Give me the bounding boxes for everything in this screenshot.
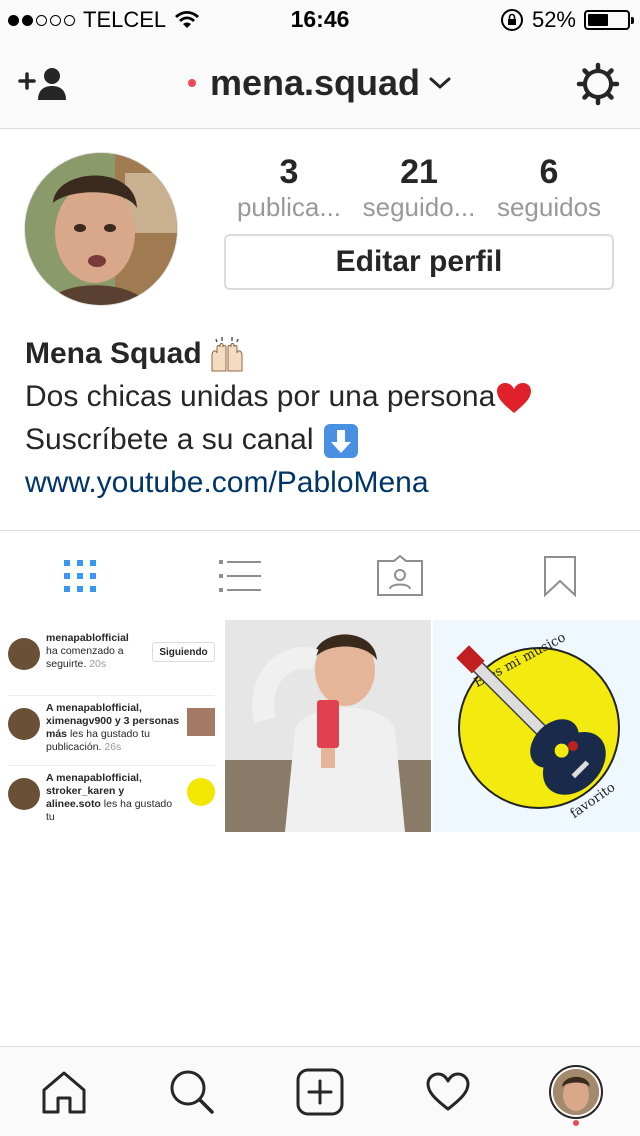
list-item: A menapablofficial, stroker_karen y alin… — [8, 766, 215, 832]
post-thumbnail-3[interactable]: Eres mi musico favorito — [433, 620, 640, 832]
tab-home[interactable] — [0, 1047, 128, 1136]
down-arrow-emoji-icon — [323, 424, 358, 459]
list-icon — [219, 559, 261, 592]
posts-label: publica... — [236, 192, 342, 222]
stat-followers[interactable]: 21 seguido... — [354, 152, 484, 222]
guitar-illustration: Eres mi musico favorito — [433, 620, 640, 832]
battery-percent: 52% — [531, 7, 576, 32]
tab-search[interactable] — [128, 1047, 256, 1136]
following-button: Siguiendo — [152, 642, 215, 662]
profile-stats: 3 publica... 21 seguido... 6 seguidos — [224, 152, 614, 222]
profile-avatar[interactable] — [24, 152, 178, 306]
bookmark-icon — [544, 555, 576, 597]
bio-line-2: Suscríbete a su canal — [25, 423, 314, 456]
followers-label: seguido... — [362, 192, 476, 222]
list-item: menapablofficial ha comenzado a seguirte… — [8, 626, 215, 696]
followers-count: 21 — [400, 153, 438, 191]
battery-icon — [584, 10, 634, 30]
heart-emoji-icon — [497, 383, 532, 414]
avatar — [8, 708, 40, 740]
bio-line-1: Dos chicas unidas por una persona — [25, 380, 496, 413]
nav-bar: mena.squad — [0, 40, 640, 129]
gear-icon[interactable] — [576, 62, 620, 106]
selfie-photo — [224, 620, 432, 832]
tab-profile[interactable] — [512, 1047, 640, 1136]
account-switcher[interactable]: mena.squad — [0, 62, 640, 104]
profile-tabs — [0, 530, 640, 620]
tab-saved[interactable] — [480, 531, 640, 620]
stat-following[interactable]: 6 seguidos — [484, 152, 614, 222]
avatar — [549, 1064, 603, 1119]
raised-hands-icon — [211, 336, 243, 371]
avatar — [8, 638, 40, 670]
thumbnail — [186, 708, 215, 736]
add-post-icon — [296, 1068, 344, 1115]
grid-icon — [64, 559, 96, 592]
posts-count: 3 — [279, 153, 299, 191]
avatar-photo — [553, 1068, 599, 1115]
tab-list[interactable] — [160, 531, 320, 620]
tab-tagged[interactable] — [320, 531, 480, 620]
status-bar: TELCEL 16:46 52% — [0, 0, 640, 40]
chevron-down-icon — [429, 77, 451, 89]
profile-name: Mena Squad — [25, 337, 202, 370]
rotation-lock-icon — [500, 9, 523, 31]
tab-grid[interactable] — [0, 531, 160, 620]
tab-activity[interactable] — [384, 1047, 512, 1136]
avatar-photo — [25, 153, 177, 305]
heart-icon — [426, 1072, 470, 1110]
list-item: A menapablofficial, ximenagv900 y 3 pers… — [8, 696, 215, 766]
post-thumbnail-2[interactable] — [224, 620, 432, 832]
tagged-icon — [377, 554, 423, 596]
edit-profile-button[interactable]: Editar perfil — [224, 234, 614, 290]
post-thumbnail-1[interactable]: menapablofficial ha comenzado a seguirte… — [0, 620, 223, 832]
profile-website-link[interactable]: www.youtube.com/PabloMena — [25, 466, 429, 499]
notification-dot — [573, 1120, 579, 1126]
username-title: mena.squad — [209, 62, 421, 103]
avatar — [8, 778, 40, 810]
thumbnail — [186, 778, 215, 806]
following-count: 6 — [539, 153, 559, 191]
tab-new-post[interactable] — [256, 1047, 384, 1136]
search-icon — [170, 1070, 214, 1114]
profile-bio: Mena Squad Dos chicas unidas por una per… — [25, 332, 625, 504]
posts-grid: menapablofficial ha comenzado a seguirte… — [0, 620, 640, 832]
bottom-tab-bar — [0, 1046, 640, 1136]
notification-dot — [187, 79, 196, 87]
following-label: seguidos — [496, 192, 602, 222]
stat-posts[interactable]: 3 publica... — [224, 152, 354, 222]
home-icon — [42, 1071, 86, 1113]
